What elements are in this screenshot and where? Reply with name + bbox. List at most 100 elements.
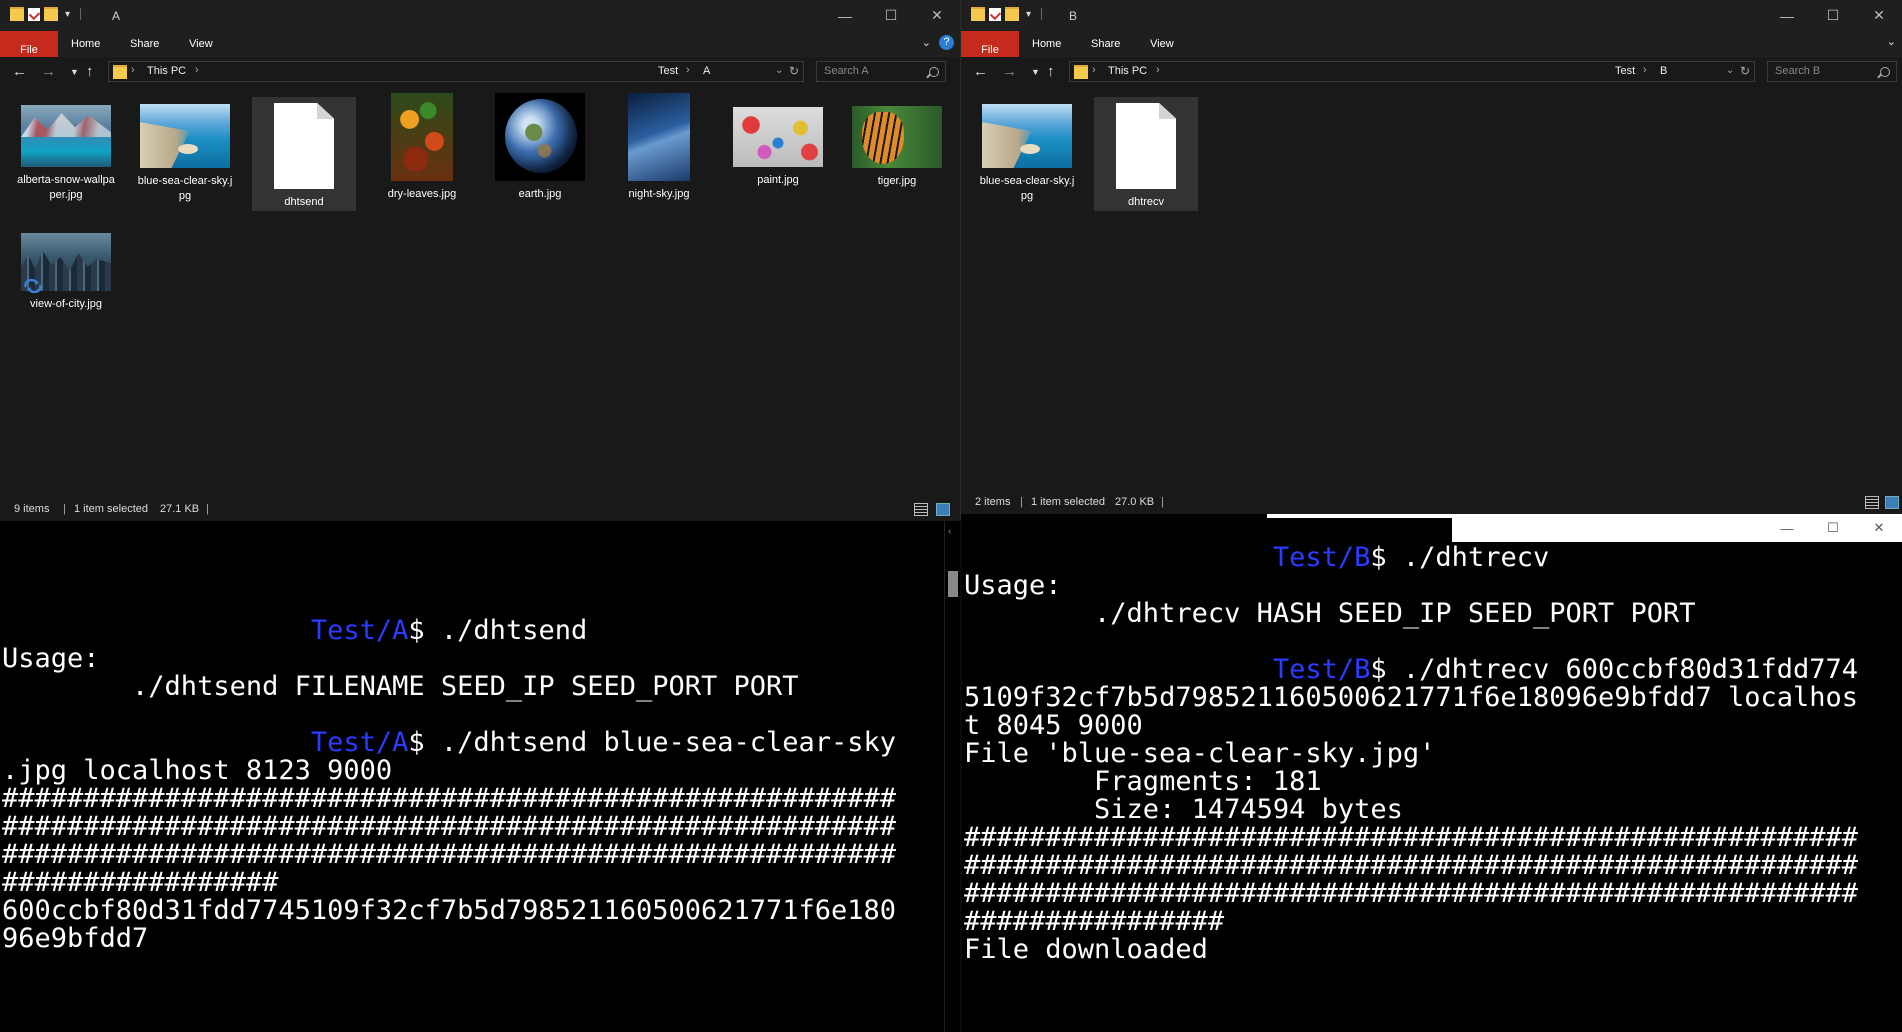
title-bar[interactable]: ▾ B — ☐ ✕ <box>961 0 1902 31</box>
back-arrow-icon[interactable]: ← <box>973 63 988 80</box>
tab-home[interactable]: Home <box>71 31 100 57</box>
maximize-button[interactable]: ☐ <box>1810 0 1856 31</box>
thumbnail-dry-leaves <box>391 93 453 181</box>
terminal-line: File 'blue-sea-clear-sky.jpg' <box>964 738 1436 769</box>
customize-toolbar-icon[interactable]: ▾ <box>1026 9 1031 20</box>
search-input[interactable]: Search A <box>816 61 946 82</box>
tab-file[interactable]: File <box>0 31 58 57</box>
terminal-line: .jpg localhost 8123 9000 <box>2 755 393 786</box>
file-item[interactable]: alberta-snow-wallpaper.jpg <box>14 87 118 232</box>
maximize-button[interactable]: ☐ <box>1810 514 1856 542</box>
refresh-icon[interactable]: ↻ <box>1740 64 1750 78</box>
search-icon <box>1880 67 1890 77</box>
breadcrumb-b[interactable]: B <box>1660 65 1667 77</box>
terminal-line: ########################################… <box>964 822 1859 853</box>
close-button[interactable]: ✕ <box>914 0 960 31</box>
file-item[interactable]: blue-sea-clear-sky.jpg <box>975 87 1079 232</box>
refresh-icon[interactable]: ↻ <box>789 64 799 78</box>
thumbnail-alberta <box>21 105 111 167</box>
address-bar[interactable]: › This PC › Test › B ⌄ ↻ <box>1069 61 1755 82</box>
tab-home[interactable]: Home <box>1032 31 1061 57</box>
tab-view[interactable]: View <box>1150 31 1174 57</box>
folder-icon <box>113 65 127 79</box>
recent-locations-icon[interactable]: ▼ <box>1031 67 1040 77</box>
forward-arrow-icon[interactable]: → <box>41 63 56 80</box>
minimize-button[interactable]: — <box>822 0 868 31</box>
terminal-line: Test/B$ ./dhtrecv 600ccbf80d31fdd774 <box>1272 654 1859 685</box>
address-dropdown-icon[interactable]: ⌄ <box>1726 65 1734 76</box>
file-item[interactable]: blue-sea-clear-sky.jpg <box>133 87 237 232</box>
file-item[interactable]: tiger.jpg <box>845 87 949 207</box>
scrollbar-thumb[interactable] <box>948 571 958 597</box>
thumbnail-blue-sea <box>982 104 1072 168</box>
ribbon: File Home Share View ⌄ <box>961 31 1902 57</box>
close-button[interactable]: ✕ <box>1856 0 1902 31</box>
customize-toolbar-icon[interactable]: ▾ <box>65 9 70 20</box>
recent-locations-icon[interactable]: ▼ <box>70 67 79 77</box>
terminal-line: t 8045 9000 <box>964 710 1143 741</box>
explorer-window-a: ▾ A — ☐ ✕ File Home Share View ⌄ ? ← → ▼… <box>0 0 961 521</box>
forward-arrow-icon[interactable]: → <box>1002 63 1017 80</box>
breadcrumb-test[interactable]: Test <box>658 65 678 77</box>
thumbnail-view-of-city <box>21 233 111 293</box>
folder-icon <box>10 7 24 21</box>
file-item-selected[interactable]: dhtrecv <box>1094 97 1198 211</box>
minimize-button[interactable]: — <box>1764 514 1810 542</box>
new-folder-icon[interactable] <box>1005 7 1019 21</box>
selection-count: 1 item selected <box>74 503 148 515</box>
back-arrow-icon[interactable]: ← <box>12 63 27 80</box>
breadcrumb-this-pc[interactable]: This PC <box>1108 65 1147 77</box>
thumbnail-tiger <box>852 106 942 168</box>
file-item[interactable]: dry-leaves.jpg <box>370 87 474 207</box>
search-input[interactable]: Search B <box>1767 61 1897 82</box>
terminal-title-bar[interactable]: — ☐ ✕ <box>962 514 1902 542</box>
terminal-a[interactable]: Test/A$ ./dhtsend Usage: ./dhtsend FILENA… <box>0 521 944 1032</box>
address-bar[interactable]: › This PC › Test › A ⌄ ↻ <box>108 61 804 82</box>
folder-icon <box>971 7 985 21</box>
up-arrow-icon[interactable]: ↑ <box>1047 63 1055 80</box>
file-item[interactable]: view-of-city.jpg <box>14 227 118 317</box>
expand-ribbon-icon[interactable]: ⌄ <box>922 36 931 49</box>
help-icon[interactable]: ? <box>939 35 954 50</box>
file-item[interactable]: earth.jpg <box>488 87 592 207</box>
file-item[interactable]: paint.jpg <box>726 87 830 207</box>
details-view-icon[interactable] <box>914 503 928 516</box>
large-icons-view-icon[interactable] <box>936 503 950 516</box>
terminal-b[interactable]: Test/B$ ./dhtrecv Usage: ./dhtrecv HASH S… <box>962 514 1902 1032</box>
scroll-up-icon[interactable]: ‹ <box>948 526 951 537</box>
terminal-line: ./dhtrecv HASH SEED_IP SEED_PORT PORT <box>964 598 1696 629</box>
file-item[interactable]: night-sky.jpg <box>607 87 711 207</box>
terminal-line: Size: 1474594 bytes <box>964 794 1403 825</box>
up-arrow-icon[interactable]: ↑ <box>86 63 94 80</box>
explorer-window-b: ▾ B — ☐ ✕ File Home Share View ⌄ ← → ▼ ↑… <box>961 0 1902 514</box>
tab-share[interactable]: Share <box>130 31 159 57</box>
details-view-icon[interactable] <box>1865 496 1879 509</box>
minimize-button[interactable]: — <box>1764 0 1810 31</box>
breadcrumb-this-pc[interactable]: This PC <box>147 65 186 77</box>
properties-icon[interactable] <box>989 7 1001 21</box>
tab-file[interactable]: File <box>961 31 1019 57</box>
properties-icon[interactable] <box>28 7 40 21</box>
sync-pending-icon <box>24 279 42 293</box>
terminal-line: Test/A$ ./dhtsend <box>310 615 588 646</box>
thumbnail-earth <box>495 93 585 181</box>
status-bar: 9 items | 1 item selected 27.1 KB | <box>0 499 960 521</box>
tab-view[interactable]: View <box>189 31 213 57</box>
terminal-scrollbar[interactable]: ‹ <box>944 521 961 1032</box>
document-icon <box>1116 103 1176 189</box>
address-dropdown-icon[interactable]: ⌄ <box>775 65 783 76</box>
terminal-line: 600ccbf80d31fdd7745109f32cf7b5d798521160… <box>2 895 897 926</box>
breadcrumb-a[interactable]: A <box>703 65 710 77</box>
large-icons-view-icon[interactable] <box>1885 496 1899 509</box>
new-folder-icon[interactable] <box>44 7 58 21</box>
expand-ribbon-icon[interactable]: ⌄ <box>1887 35 1896 48</box>
terminal-line: ########################################… <box>964 850 1859 881</box>
maximize-button[interactable]: ☐ <box>868 0 914 31</box>
close-button[interactable]: ✕ <box>1856 514 1902 542</box>
breadcrumb-test[interactable]: Test <box>1615 65 1635 77</box>
title-bar[interactable]: ▾ A — ☐ ✕ <box>0 0 960 31</box>
file-item-selected[interactable]: dhtsend <box>252 97 356 211</box>
terminal-line: ################ <box>964 906 1225 937</box>
tab-share[interactable]: Share <box>1091 31 1120 57</box>
